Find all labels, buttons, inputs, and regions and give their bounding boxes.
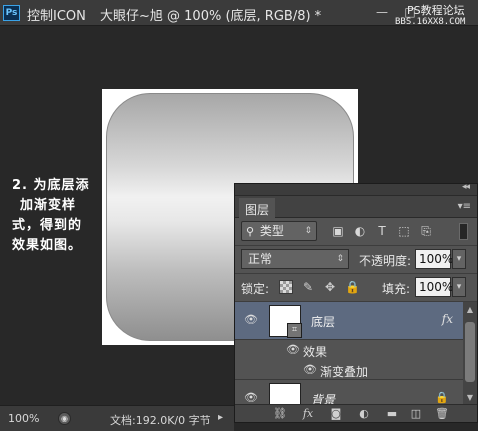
layer-lock-icon: 🔒 [435,391,449,404]
status-info-icon[interactable]: ◉ [58,412,71,425]
fill-input[interactable]: 100% [415,277,453,297]
scroll-up-icon[interactable]: ▲ [463,304,477,316]
effects-visibility-eye-icon[interactable]: 👁 [286,343,300,357]
collapse-panel-icon[interactable]: ◂◂ [462,182,470,192]
layer-list: 👁 ⌗ 底层 fx 👁 效果 👁 渐变叠加 👁 背景 🔒 [235,302,463,406]
image-filter-icon[interactable]: ▣ [331,224,345,238]
adjustment-icon[interactable]: ◐ [357,407,371,421]
panel-header-bar[interactable]: ◂◂ [235,182,477,196]
trash-icon[interactable]: 🗑 [435,407,449,421]
document-info: 文档:192.0K/0 字节 [110,414,211,427]
instruction-line: 效果如图。 [12,238,83,253]
lock-pixels-icon[interactable]: ✎ [301,280,315,294]
effects-row[interactable]: 👁 效果 [235,340,463,360]
fill-label: 填充: [382,282,411,296]
adjustment-filter-icon[interactable]: ◐ [353,224,367,238]
mask-icon[interactable]: ◙ [329,407,343,421]
scroll-thumb[interactable] [465,322,475,382]
search-icon: ⚲ [246,225,255,238]
layers-panel: ◂◂ 图层 ▾≡ ⚲ 类型 ⇕ ▣ ◐ T ⬚ ⎘ 正常 ⇕ 不透明度: 100… [234,182,478,423]
layer-filter-row: ⚲ 类型 ⇕ ▣ ◐ T ⬚ ⎘ [235,219,477,245]
instruction-text: 2. 为底层添 加渐变样 式，得到的 效果如图。 [12,176,100,256]
select-caret-icon: ⇕ [336,254,344,264]
opacity-label: 不透明度: [359,254,412,268]
panel-menu-icon[interactable]: ▾≡ [458,201,471,212]
new-layer-icon[interactable]: ◫ [409,407,423,421]
layers-scrollbar[interactable]: ▲ ▼ [463,302,477,406]
layer-name[interactable]: 底层 [311,313,335,330]
blend-row: 正常 ⇕ 不透明度: 100% ▾ [235,245,477,273]
effect-gradient-overlay-row[interactable]: 👁 渐变叠加 [235,360,463,380]
effects-label: 效果 [303,345,328,359]
instruction-line: 2. 为底层添 [12,178,90,193]
opacity-dropdown-icon[interactable]: ▾ [452,249,466,269]
type-filter-icon[interactable]: T [375,224,389,238]
watermark-url: BBS.16XX8.COM [395,17,466,27]
blend-mode-value: 正常 [248,252,273,266]
fx-icon[interactable]: fx [301,407,315,421]
layer-thumbnail [269,383,301,406]
document-tab-title[interactable]: 大眼仔~旭 @ 100% (底层, RGB/8) * [100,5,321,24]
opacity-input[interactable]: 100% [415,249,453,269]
visibility-eye-icon[interactable]: 👁 [244,313,258,327]
scroll-down-icon[interactable]: ▼ [463,392,477,404]
blend-mode-select[interactable]: 正常 ⇕ [241,249,349,269]
lock-all-icon[interactable]: 🔒 [345,280,360,294]
filter-kind-label: 类型 [259,224,284,238]
panel-tab-strip: 图层 ▾≡ [235,196,477,218]
smart-object-filter-icon[interactable]: ⎘ [419,224,433,238]
document-tab-bar: Ps 控制ICON 大眼仔~旭 @ 100% (底层, RGB/8) * — □… [0,0,478,27]
layer-row-selected[interactable]: 👁 ⌗ 底层 fx [235,302,463,340]
photoshop-logo-icon: Ps [3,5,20,21]
instruction-line: 式，得到的 [12,218,83,233]
layers-panel-footer: ⛓ fx ◙ ◐ ▬ ◫ 🗑 [235,404,477,422]
tab-layers[interactable]: 图层 [239,198,276,218]
shape-filter-icon[interactable]: ⬚ [397,224,411,238]
shape-layer-badge-icon: ⌗ [287,323,302,338]
layer-fx-icon[interactable]: fx [442,312,453,326]
status-menu-arrow-icon[interactable]: ▸ [218,412,223,423]
lock-transparency-icon[interactable] [279,280,293,294]
lock-row: 锁定: ✎ ✥ 🔒 填充: 100% ▾ [235,273,477,301]
effect-item-label: 渐变叠加 [320,365,369,379]
layer-row[interactable]: 👁 背景 🔒 [235,380,463,406]
watermark-text: PS教程论坛 [407,4,465,17]
visibility-eye-icon[interactable]: 👁 [244,391,258,405]
app-title: 控制ICON [27,9,86,24]
instruction-line: 加渐变样 [20,198,77,213]
zoom-level-field[interactable]: 100% [8,412,39,425]
status-bar: 100% ◉ 文档:192.0K/0 字节 ▸ [0,405,234,431]
minimize-button[interactable]: — [371,5,393,21]
filter-kind-select[interactable]: ⚲ 类型 ⇕ [241,221,317,241]
select-caret-icon: ⇕ [304,226,312,236]
fill-dropdown-icon[interactable]: ▾ [452,277,466,297]
link-icon[interactable]: ⛓ [273,407,287,421]
effect-visibility-eye-icon[interactable]: 👁 [303,363,317,377]
lock-label: 锁定: [241,282,270,296]
lock-position-icon[interactable]: ✥ [323,280,337,294]
group-folder-icon[interactable]: ▬ [385,407,399,421]
filter-toggle-switch[interactable] [459,223,468,240]
